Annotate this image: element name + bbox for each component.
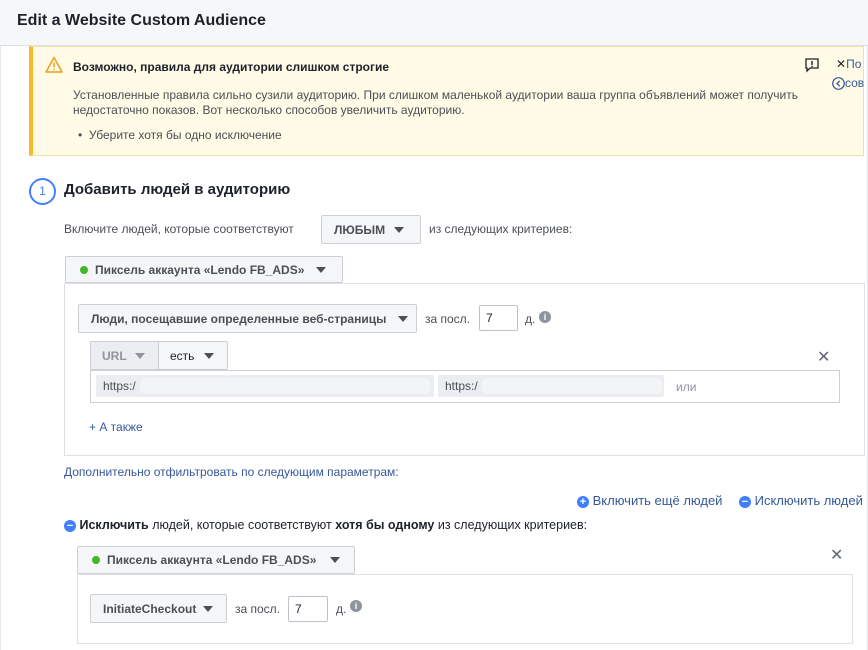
url-tag[interactable]: https:/ [96, 375, 434, 397]
rule-type-dropdown[interactable]: Люди, посещавшие определенные веб-страни… [78, 304, 417, 333]
pixel-status-icon [92, 556, 100, 564]
plus-circle-icon: + [577, 496, 589, 508]
pixel-label: Пиксель аккаунта «Lendo FB_ADS» [95, 262, 305, 277]
dialog-title: Edit a Website Custom Audience [17, 12, 266, 29]
edge-close-link[interactable]: ✕По [836, 57, 861, 71]
days-unit: д. [336, 602, 347, 616]
event-dropdown[interactable]: InitiateCheckout [90, 594, 227, 623]
remove-exclusion-icon[interactable]: ✕ [830, 545, 843, 565]
exclude-people-button[interactable]: − Исключить людей [739, 493, 863, 508]
caret-down-icon [330, 557, 341, 563]
or-placeholder: или [676, 380, 697, 394]
add-also-link[interactable]: + А также [89, 420, 143, 434]
url-field-dropdown[interactable]: URL [90, 341, 159, 370]
pixel-status-icon [80, 265, 88, 274]
exclude-days-input[interactable]: 7 [288, 596, 328, 622]
edge-back-link[interactable]: сов [832, 76, 864, 91]
caret-down-icon [398, 315, 409, 322]
match-value: ЛЮБЫМ [334, 222, 386, 237]
close-icon: ✕ [836, 57, 847, 71]
criteria-prefix: Включите людей, которые соответствуют [64, 222, 294, 236]
caret-down-icon [204, 352, 215, 359]
chevron-left-icon [832, 77, 845, 91]
pixel-label: Пиксель аккаунта «Lendo FB_ADS» [107, 553, 317, 567]
info-icon[interactable]: i [350, 600, 362, 612]
minus-circle-icon: − [64, 520, 76, 532]
minus-circle-icon: − [739, 496, 751, 508]
rule-type-label: Люди, посещавшие определенные веб-страни… [91, 311, 387, 326]
info-icon[interactable]: i [539, 311, 551, 323]
caret-down-icon [203, 605, 214, 612]
period-prefix: за посл. [425, 312, 471, 326]
caret-down-icon [134, 352, 145, 359]
feedback-icon[interactable] [804, 57, 820, 73]
days-input[interactable]: 7 [479, 305, 518, 331]
include-more-button[interactable]: + Включить ещё людей [577, 493, 722, 508]
caret-down-icon [394, 226, 405, 233]
warning-bullet-text: Уберите хотя бы одно исключение [88, 128, 282, 142]
warning-body: Установленные правила сильно сузили ауди… [73, 88, 798, 117]
left-edge [0, 46, 1, 650]
warning-bullet: • Уберите хотя бы одно исключение [78, 128, 282, 142]
operator-label: есть [170, 348, 195, 363]
match-dropdown[interactable]: ЛЮБЫМ [321, 215, 421, 244]
criteria-suffix: из следующих критериев: [429, 222, 573, 236]
step-title: Добавить людей в аудиторию [64, 181, 291, 198]
url-field-label: URL [102, 348, 127, 363]
operator-dropdown[interactable]: есть [158, 341, 228, 370]
warning-title: Возможно, правила для аудитории слишком … [73, 60, 390, 74]
url-tag[interactable]: https:/ [438, 375, 664, 397]
warning-icon [45, 56, 63, 73]
exclude-criteria-text: − Исключить людей, которые соответствуют… [64, 518, 587, 532]
remove-condition-icon[interactable]: ✕ [817, 347, 830, 367]
pixel-dropdown[interactable]: Пиксель аккаунта «Lendo FB_ADS» [65, 256, 343, 283]
redacted-url [481, 378, 662, 394]
redacted-url [139, 378, 430, 394]
days-unit: д. [525, 312, 536, 326]
bullet-icon: • [78, 128, 89, 142]
exclude-pixel-dropdown[interactable]: Пиксель аккаунта «Lendo FB_ADS» [77, 546, 355, 574]
step-number: 1 [29, 178, 56, 205]
event-label: InitiateCheckout [103, 601, 197, 616]
caret-down-icon [316, 266, 327, 273]
period-prefix: за посл. [235, 602, 281, 616]
filter-link[interactable]: Дополнительно отфильтровать по следующим… [64, 465, 399, 479]
